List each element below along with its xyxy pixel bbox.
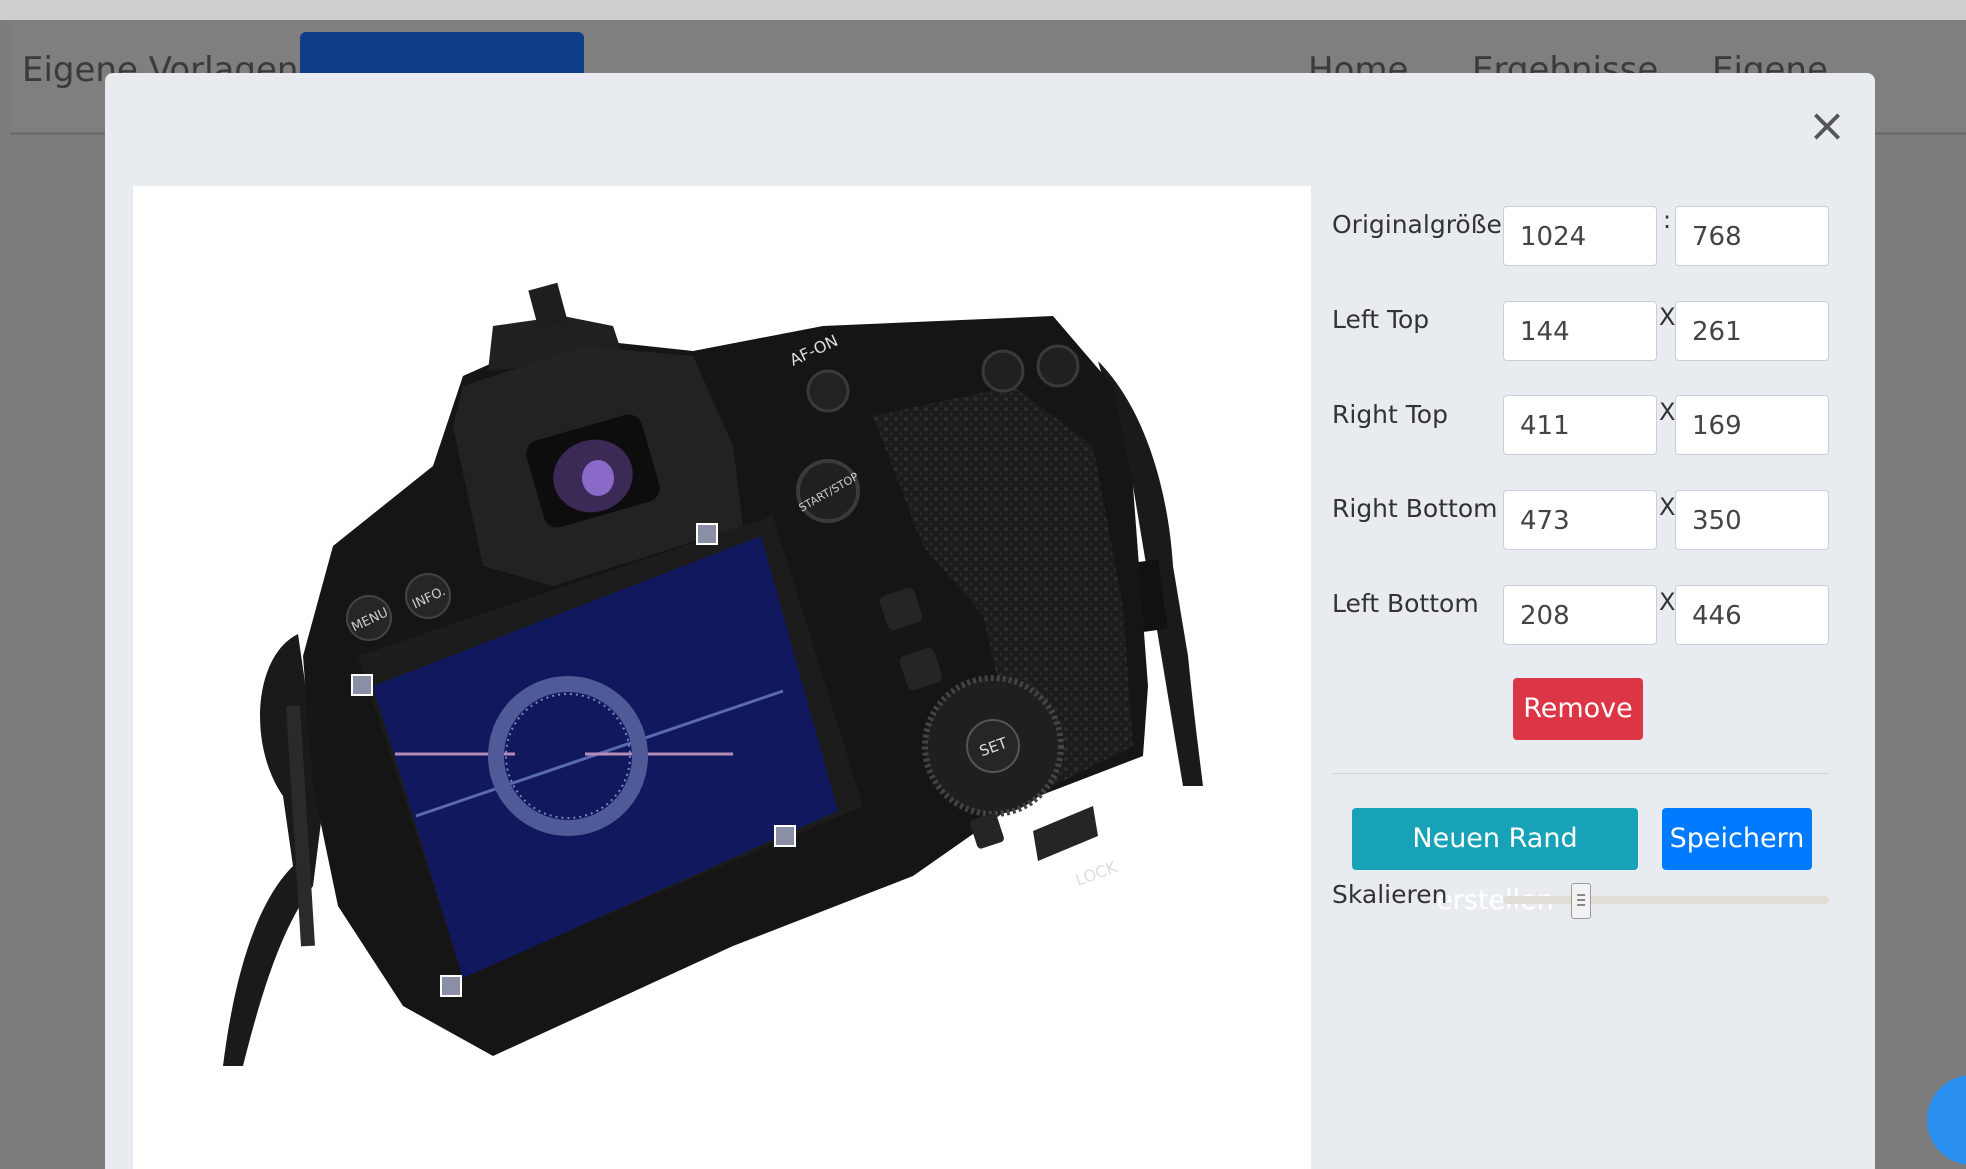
label-left-bottom: Left Bottom [1332, 589, 1479, 618]
right-bottom-y-field[interactable]: 350 [1675, 490, 1829, 550]
browser-top-strip [0, 0, 1966, 20]
sep-left-bottom: X [1659, 588, 1676, 616]
corner-handle-right-bottom[interactable] [774, 825, 796, 847]
template-editor-modal: × MENU INFO. AF-ON START/STOP SET LOCK O… [105, 73, 1875, 1169]
sep-right-top: X [1659, 398, 1676, 426]
label-original-size: Originalgröße [1332, 210, 1502, 239]
original-width-field[interactable]: 1024 [1503, 206, 1657, 266]
left-top-y-field[interactable]: 261 [1675, 301, 1829, 361]
sep-left-top: X [1659, 303, 1676, 331]
label-right-top: Right Top [1332, 400, 1448, 429]
af-on-button [806, 369, 850, 413]
left-top-x-field[interactable]: 144 [1503, 301, 1657, 361]
camera-photo: MENU INFO. AF-ON START/STOP SET LOCK [223, 282, 1203, 1066]
scale-slider-track[interactable] [1503, 896, 1829, 904]
remove-button[interactable]: Remove [1513, 678, 1643, 740]
save-button[interactable]: Speichern [1662, 808, 1812, 870]
corner-handle-left-top[interactable] [351, 674, 373, 696]
right-bottom-x-field[interactable]: 473 [1503, 490, 1657, 550]
corner-handle-right-top[interactable] [696, 523, 718, 545]
right-top-x-field[interactable]: 411 [1503, 395, 1657, 455]
left-bottom-x-field[interactable]: 208 [1503, 585, 1657, 645]
corner-handle-left-bottom[interactable] [440, 975, 462, 997]
original-height-field[interactable]: 768 [1675, 206, 1829, 266]
image-canvas[interactable]: MENU INFO. AF-ON START/STOP SET LOCK [133, 186, 1311, 1169]
label-left-top: Left Top [1332, 305, 1430, 334]
sep-original: : [1663, 206, 1672, 234]
right-top-y-field[interactable]: 169 [1675, 395, 1829, 455]
sep-right-bottom: X [1659, 493, 1676, 521]
settings-panel: Originalgröße 1024 : 768 Left Top 144 X … [1332, 73, 1852, 1169]
scale-slider-handle[interactable] [1571, 883, 1592, 919]
chat-widget-button[interactable] [1927, 1075, 1966, 1165]
lock-label: LOCK [1073, 857, 1120, 890]
left-bottom-y-field[interactable]: 446 [1675, 585, 1829, 645]
scale-label: Skalieren [1332, 880, 1448, 909]
label-right-bottom: Right Bottom [1332, 494, 1498, 523]
divider [1332, 773, 1829, 774]
new-border-button[interactable]: Neuen Rand erstellen [1352, 808, 1638, 916]
